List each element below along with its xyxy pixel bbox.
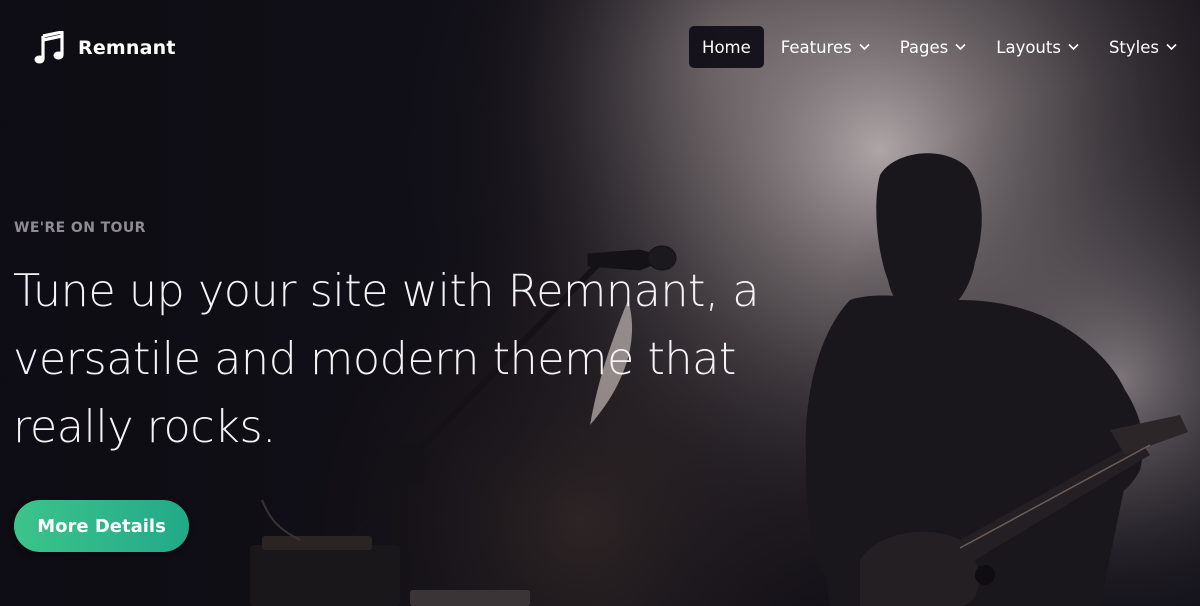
nav-item-label: Styles bbox=[1108, 37, 1159, 57]
chevron-down-icon bbox=[1068, 43, 1079, 51]
nav-item-home[interactable]: Home bbox=[689, 26, 764, 68]
nav-item-label: Pages bbox=[899, 37, 949, 57]
nav-item-styles[interactable]: Styles bbox=[1096, 26, 1190, 68]
nav-item-layouts[interactable]: Layouts bbox=[983, 26, 1092, 68]
music-note-icon bbox=[34, 31, 64, 64]
more-details-button[interactable]: More Details bbox=[14, 500, 189, 552]
chevron-down-icon bbox=[955, 43, 966, 51]
brand-name: Remnant bbox=[78, 37, 176, 59]
nav-item-label: Features bbox=[780, 37, 852, 57]
hero-headline: Tune up your site with Remnant, a versat… bbox=[13, 266, 760, 453]
hero-section: Remnant Home Features Pages Layouts Styl… bbox=[0, 0, 1200, 606]
hero-eyebrow: WE'RE ON TOUR bbox=[14, 220, 146, 236]
chevron-down-icon bbox=[1166, 43, 1177, 51]
main-nav: Home Features Pages Layouts Styles bbox=[689, 26, 1190, 68]
brand-logo-link[interactable]: Remnant bbox=[34, 30, 176, 66]
nav-item-pages[interactable]: Pages bbox=[887, 26, 980, 68]
chevron-down-icon bbox=[859, 43, 870, 51]
nav-item-features[interactable]: Features bbox=[768, 26, 883, 68]
nav-item-label: Home bbox=[702, 37, 751, 57]
nav-item-label: Layouts bbox=[996, 37, 1061, 57]
